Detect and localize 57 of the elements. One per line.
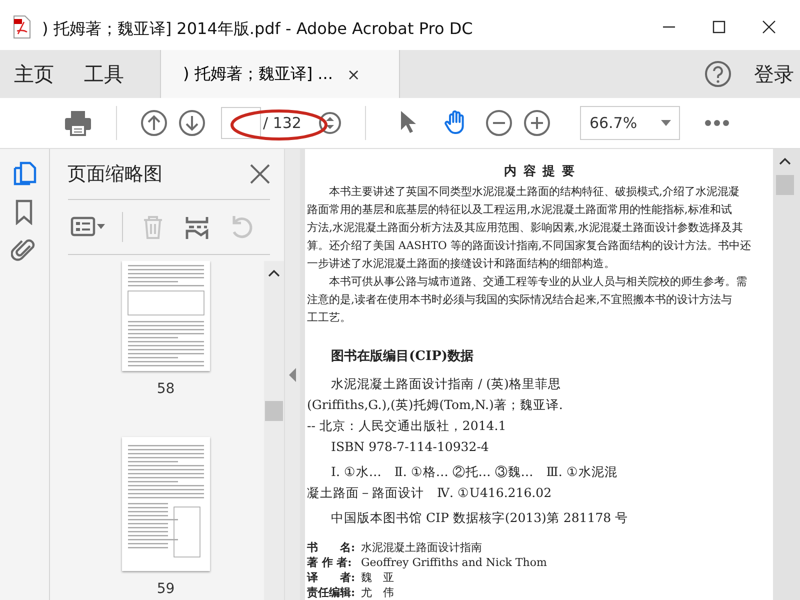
scrollbar-thumb[interactable] — [265, 401, 284, 421]
menu-tab[interactable]: 工具 — [70, 50, 140, 98]
scrollbar[interactable] — [264, 261, 284, 600]
zoom-out-icon[interactable] — [485, 109, 514, 137]
print-icon[interactable] — [63, 109, 93, 137]
zoom-dropdown[interactable]: 66.7% — [580, 106, 680, 140]
document-tab-label: ) 托姆著；魏亚译] ... — [183, 64, 333, 84]
close-icon[interactable] — [761, 19, 777, 35]
scroll-up-icon[interactable] — [779, 157, 791, 165]
cip-text-line: 凝土路面－路面设计 Ⅳ. ①U416.216.02 — [307, 484, 553, 502]
credit-label: 责任编辑: — [307, 585, 356, 600]
panel-title: 页面缩略图 — [68, 162, 163, 187]
scroll-mode-icon[interactable] — [318, 111, 342, 135]
body-text-line: 注意的是,读者在使用本书时必须与我国的实际情况结合起来,不宜照搬本书的设计方法与 — [307, 292, 733, 308]
paperclip-icon[interactable] — [11, 237, 38, 263]
credit-value: 魏 亚 — [361, 570, 394, 585]
cip-text-line: 中国版本图书馆 CIP 数据核字(2013)第 281178 号 — [330, 509, 630, 527]
maximize-icon[interactable] — [711, 19, 727, 35]
page-count: / 132 — [263, 114, 302, 132]
page-number-label: 59 — [156, 581, 175, 597]
cip-text-line: -- 北京：人民交通出版社，2014.1 — [307, 417, 508, 435]
menu-tab[interactable]: 主页 — [0, 50, 70, 98]
page-thumbnail[interactable] — [122, 261, 210, 371]
page-number-label: 58 — [156, 381, 175, 397]
help-icon[interactable] — [704, 60, 732, 88]
credit-label: 著 作 者: — [307, 555, 353, 570]
credit-label: 书 名: — [307, 540, 356, 555]
body-text-line: 工工艺。 — [307, 310, 352, 326]
body-text-line: 方法,水泥混凝土路面分析方法及其应用范围、影响因素,水泥混凝土路面设计参数选择及其 — [307, 220, 744, 236]
credit-label: 译 者: — [307, 570, 356, 585]
pages-icon[interactable] — [11, 161, 38, 187]
body-text-line: 本书可供从事公路与城市道路、交通工程等专业的从业人员与相关院校的师生参考。需 — [328, 274, 748, 290]
scroll-up-icon[interactable] — [268, 269, 280, 277]
body-text-line: 本书主要讲述了英国不同类型水泥混凝土路面的结构特征、破损模式,介绍了水泥混凝 — [328, 184, 740, 200]
credit-value: 水泥混凝土路面设计指南 — [361, 540, 482, 555]
page-thumbnail[interactable] — [122, 437, 210, 571]
credit-value: 尤 伟 — [361, 585, 394, 600]
cip-text-line: ISBN 978-7-114-10932-4 — [330, 438, 490, 456]
cip-text-line: 水泥混凝土路面设计指南 / (英)格里菲思 — [330, 375, 562, 393]
caret-icon — [661, 120, 672, 126]
close-tab-button[interactable]: × — [346, 64, 360, 84]
body-text-line: 算。还介绍了美国 AASHTO 等的路面设计指南,不同国家复合路面结构的设计方法。书中还 — [307, 238, 752, 254]
credit-value: Geoffrey Griffiths and Nick Thom — [361, 555, 547, 570]
login-link[interactable]: 登录 — [754, 50, 800, 98]
body-text-line: 路面常用的基层和底基层的特征以及工程运用,水泥混凝土路面常用的性能指标,标准和试 — [307, 202, 733, 218]
collapse-icon[interactable] — [289, 368, 296, 382]
cip-text-line: (Griffiths,G.),(英)托姆(Tom,N.)著；魏亚译. — [307, 396, 564, 414]
document-tab[interactable]: ) 托姆著；魏亚译] ... × — [160, 50, 400, 98]
body-text-line: 一步讲述了水泥混凝土路面的接缝设计和路面结构的细部构造。 — [307, 256, 616, 272]
cip-text-line: Ⅰ. ①水… Ⅱ. ①格… ②托… ③魏… Ⅲ. ①水泥混 — [330, 463, 618, 481]
more-icon[interactable] — [704, 119, 730, 127]
section-heading: 内 容 提 要 — [502, 163, 578, 180]
pdf-file-icon — [12, 15, 32, 39]
cip-heading: 图书在版编目(CIP)数据 — [331, 348, 475, 365]
zoom-in-icon[interactable] — [523, 109, 552, 137]
scrollbar-thumb[interactable] — [776, 175, 794, 195]
window-title: ) 托姆著；魏亚译] 2014年版.pdf - Adobe Acrobat Pro DC — [42, 18, 474, 40]
